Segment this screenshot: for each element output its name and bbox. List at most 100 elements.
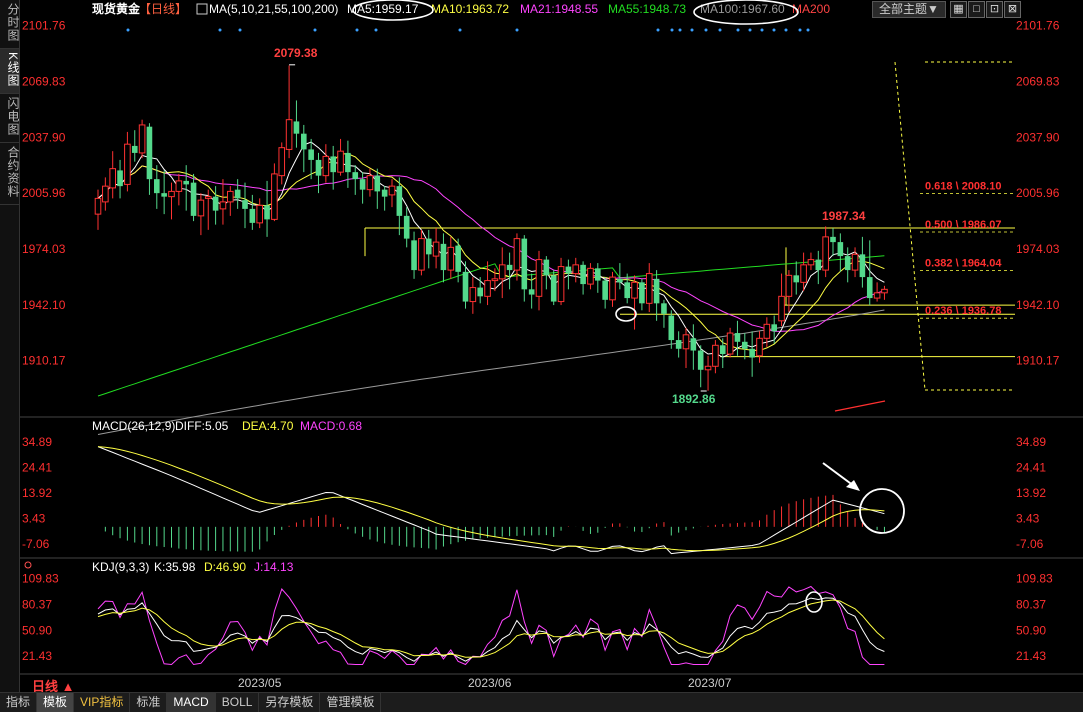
candle-body-down	[668, 315, 675, 341]
price-tick-left: 2069.83	[22, 75, 66, 89]
candle-body-up	[756, 337, 763, 357]
fibonacci-levels: 0.618 \ 2008.10 0.500 \ 1986.07 0.382 \ 19…	[920, 180, 1015, 319]
candle-body-down	[543, 259, 550, 276]
candle-body-down	[661, 303, 667, 314]
price-tick-right: 2005.96	[1016, 186, 1060, 200]
event-dot	[670, 28, 674, 32]
standard-tab[interactable]: 标准	[130, 693, 168, 712]
event-dot	[806, 28, 810, 32]
candle-body-down	[771, 324, 777, 332]
date-label-june: 2023/06	[468, 676, 512, 690]
ma-settings-icon[interactable]	[196, 3, 208, 15]
high-price-label: 2079.38	[274, 46, 318, 60]
symbol-name: 现货黄金	[92, 1, 141, 16]
candle-body-up	[109, 168, 117, 189]
price-axis: 2101.76 2101.76 2069.83 2069.83 2037.90 2037.…	[22, 19, 1060, 368]
candle-body-down	[352, 172, 359, 180]
candle-body-down	[859, 254, 866, 278]
chart-area[interactable]: 现货黄金 【日线】 MA(5,10,21,55,100,200) MA5:195…	[20, 0, 1083, 692]
candle-body-up	[256, 204, 263, 224]
candle-body-down	[521, 238, 528, 290]
macd-tick-right: 24.41	[1016, 460, 1046, 474]
candle-body-down	[190, 182, 197, 216]
price-tick-left: 2101.76	[22, 19, 66, 33]
macd-tab[interactable]: MACD	[167, 693, 216, 712]
indicator-tab[interactable]: 指标	[0, 693, 38, 712]
kdj-tick-left: 109.83	[22, 572, 59, 586]
event-dot	[718, 28, 722, 32]
kdj-settings-icon[interactable]	[24, 561, 32, 569]
candle-body-down	[161, 193, 167, 197]
kdj-lines	[97, 585, 885, 666]
save-template-tab[interactable]: 另存模板	[259, 693, 321, 712]
manage-template-tab[interactable]: 管理模板	[320, 693, 382, 712]
candle-body-down	[830, 236, 836, 243]
event-markers	[126, 28, 810, 32]
price-tick-left: 1974.03	[22, 242, 66, 256]
kdj-j: J:14.13	[254, 560, 294, 574]
event-dot	[704, 28, 708, 32]
candle-body-up	[197, 199, 205, 217]
kdj-axis: 109.83 109.83 80.37 80.37 50.90 50.90 21.43 21.…	[22, 572, 1053, 664]
tab-contract-info[interactable]: 合约资料	[0, 143, 20, 206]
candle-body-up	[881, 288, 888, 294]
boll-tab[interactable]: BOLL	[216, 693, 260, 712]
candle-body-up	[557, 266, 565, 303]
fib-diagonal	[894, 61, 926, 391]
fib-level-label: 0.236 \ 1936.78	[925, 305, 1001, 317]
candle-body-up	[432, 241, 440, 257]
price-tick-right: 1942.10	[1016, 298, 1060, 312]
event-dot	[126, 28, 130, 32]
tab-kline[interactable]: K线图	[0, 49, 20, 95]
candle-body-up	[484, 280, 491, 297]
event-dot	[760, 28, 764, 32]
fib-level-label: 0.618 \ 2008.10	[925, 180, 1001, 192]
template-tab[interactable]: 模板	[37, 693, 75, 712]
candle-body-down	[697, 350, 704, 370]
macd-tick-right: -7.06	[1016, 537, 1044, 551]
candle-body-down	[580, 264, 586, 285]
event-dot	[690, 28, 694, 32]
tab-timeshare[interactable]: 分时图	[0, 0, 20, 49]
kdj-tick-right: 50.90	[1016, 623, 1046, 637]
ma200-segment	[834, 400, 886, 412]
support-lines	[364, 61, 1015, 391]
macd-tick-right: 34.89	[1016, 435, 1046, 449]
candle-body-down	[602, 280, 608, 300]
event-dot	[313, 28, 317, 32]
tab-lightning[interactable]: 闪电图	[0, 94, 20, 144]
candle-body-up	[609, 276, 616, 301]
kdj-tick-left: 50.90	[22, 623, 52, 637]
kdj-tick-right: 21.43	[1016, 649, 1046, 663]
event-dot	[515, 28, 519, 32]
candle-body-down	[742, 341, 748, 349]
bottom-toolbar: 指标 模板 VIP指标 标准 MACD BOLL 另存模板 管理模板	[0, 692, 1083, 712]
candle-body-down	[131, 145, 138, 153]
candle-body-down	[617, 278, 623, 283]
candle-body-up	[168, 190, 175, 198]
candle-body-up	[535, 259, 543, 297]
macd-value: MACD:0.68	[300, 419, 362, 433]
macd-tick-right: 3.43	[1016, 511, 1040, 525]
date-label-may: 2023/05	[238, 676, 282, 690]
candle-body-down	[301, 133, 307, 150]
event-dot	[798, 28, 802, 32]
candle-body-up	[704, 365, 712, 371]
candle-body-up	[175, 180, 183, 192]
price-tick-right: 1910.17	[1016, 354, 1060, 368]
candle-body-up	[785, 274, 793, 297]
event-dot	[736, 28, 740, 32]
arrow-icon	[822, 462, 860, 491]
kdj-tick-left: 21.43	[22, 649, 52, 663]
candle-body-down	[477, 287, 483, 297]
macd-title: MACD(26,12,9)	[92, 419, 175, 433]
candle-body-down	[374, 175, 381, 192]
candle-body-up	[102, 185, 109, 203]
candle-body-up	[278, 147, 286, 177]
candle-body-down	[749, 348, 755, 358]
event-dot	[374, 28, 378, 32]
event-dot	[458, 28, 462, 32]
vip-indicator-tab[interactable]: VIP指标	[74, 693, 131, 712]
candle-body-up	[138, 124, 146, 154]
kdj-tick-right: 109.83	[1016, 572, 1053, 586]
